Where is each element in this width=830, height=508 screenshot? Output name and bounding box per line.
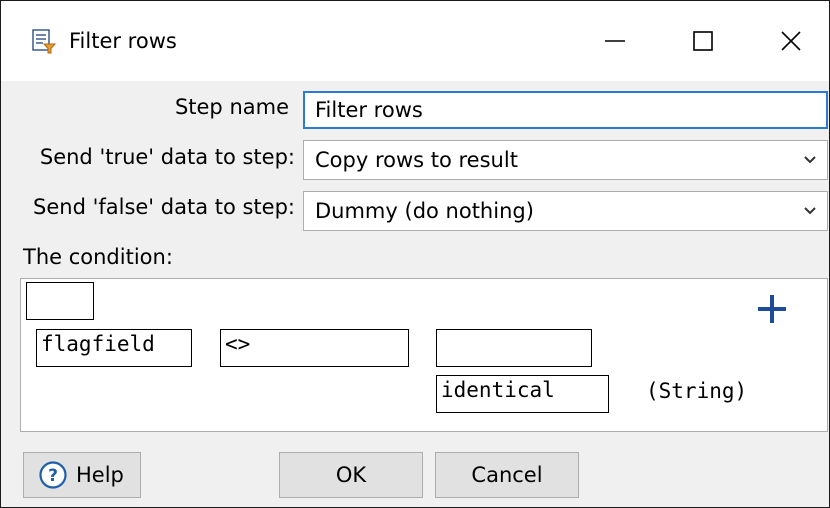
title-bar: Filter rows xyxy=(1,1,829,81)
true-step-value: Copy rows to result xyxy=(315,148,518,172)
plus-icon[interactable] xyxy=(754,291,790,327)
false-step-value: Dummy (do nothing) xyxy=(315,199,534,223)
condition-field[interactable]: flagfield xyxy=(36,329,192,367)
false-step-label: Send 'false' data to step: xyxy=(33,195,295,219)
filter-rows-step-icon xyxy=(31,27,57,55)
help-icon: ? xyxy=(38,460,68,490)
ok-button[interactable]: OK xyxy=(279,452,423,498)
svg-text:?: ? xyxy=(48,466,58,486)
minimize-button[interactable] xyxy=(571,1,659,81)
condition-function[interactable]: identical xyxy=(436,375,609,413)
step-name-input[interactable] xyxy=(305,93,826,127)
window-title: Filter rows xyxy=(69,29,177,53)
filter-rows-dialog: Filter rows Step name Send 'true' data t… xyxy=(0,0,830,508)
ok-button-label: OK xyxy=(335,463,367,487)
true-step-label: Send 'true' data to step: xyxy=(39,145,295,169)
step-name-label: Step name xyxy=(174,95,289,119)
negate-toggle-box[interactable] xyxy=(26,282,94,320)
condition-label: The condition: xyxy=(23,245,173,269)
condition-panel: flagfield <> identical (String) xyxy=(20,278,828,432)
close-button[interactable] xyxy=(747,1,829,81)
condition-type: (String) xyxy=(646,379,748,403)
help-button-label: Help xyxy=(76,463,124,487)
condition-value[interactable] xyxy=(436,329,592,367)
help-button[interactable]: ? Help xyxy=(23,452,141,498)
step-name-field[interactable] xyxy=(303,91,828,129)
cancel-button[interactable]: Cancel xyxy=(435,452,579,498)
chevron-down-icon[interactable] xyxy=(793,192,827,230)
true-step-dropdown[interactable]: Copy rows to result xyxy=(303,140,828,180)
cancel-button-label: Cancel xyxy=(471,463,543,487)
chevron-down-icon[interactable] xyxy=(793,141,827,179)
false-step-dropdown[interactable]: Dummy (do nothing) xyxy=(303,191,828,231)
condition-operator[interactable]: <> xyxy=(220,329,409,367)
maximize-button[interactable] xyxy=(659,1,747,81)
